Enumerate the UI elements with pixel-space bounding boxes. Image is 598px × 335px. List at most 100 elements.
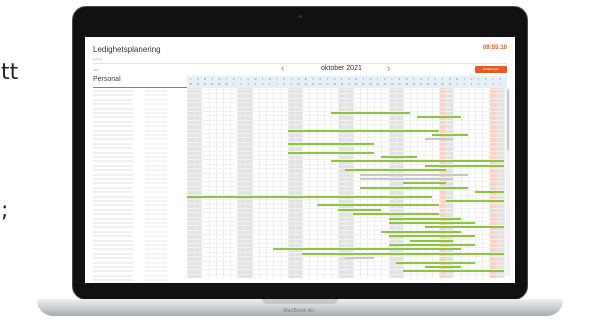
employee-name[interactable]: [93, 244, 133, 246]
absence-bar[interactable]: [331, 112, 411, 114]
employee-name[interactable]: [93, 112, 133, 114]
employee-name[interactable]: [93, 266, 133, 268]
absence-bar[interactable]: [287, 129, 439, 132]
day-number: 3: [247, 83, 249, 86]
pending-absence-bar[interactable]: [359, 173, 468, 176]
absence-bar[interactable]: [388, 235, 475, 238]
settings-button[interactable]: Inställningar: [475, 66, 507, 73]
employee-name[interactable]: [93, 164, 133, 167]
employee-name[interactable]: [93, 279, 133, 282]
employee-name[interactable]: [93, 208, 133, 211]
absence-bar[interactable]: [388, 244, 475, 246]
absence-bar[interactable]: [338, 208, 382, 211]
absence-bar[interactable]: [352, 213, 439, 216]
absence-bar[interactable]: [410, 239, 454, 242]
employee-name[interactable]: [93, 142, 133, 145]
employee-name[interactable]: [93, 116, 133, 119]
weekday-label: T: [477, 78, 480, 81]
employee-name[interactable]: [93, 200, 133, 202]
employee-name[interactable]: [93, 191, 133, 194]
employee-name[interactable]: [93, 178, 133, 180]
employee-name[interactable]: [93, 129, 133, 132]
absence-bar[interactable]: [403, 270, 504, 273]
absence-bar[interactable]: [381, 156, 418, 158]
employee-name[interactable]: [93, 204, 133, 207]
prev-month-button[interactable]: ‹: [281, 63, 284, 74]
employee-name[interactable]: [93, 270, 133, 273]
employee-name[interactable]: [93, 217, 133, 220]
employee-name[interactable]: [93, 274, 133, 277]
employee-name[interactable]: [93, 147, 133, 150]
day-number: 1: [233, 83, 235, 86]
absence-bar[interactable]: [316, 204, 439, 207]
absence-bar[interactable]: [446, 200, 504, 202]
weekend-column: [187, 88, 195, 278]
row-line: [187, 146, 507, 148]
absence-bar[interactable]: [273, 248, 461, 251]
absence-bar[interactable]: [287, 151, 375, 154]
next-month-button[interactable]: ›: [387, 63, 390, 74]
pending-absence-bar[interactable]: [359, 178, 454, 180]
row-line: [187, 155, 507, 156]
absence-bar[interactable]: [388, 217, 461, 220]
employee-name[interactable]: [93, 138, 133, 141]
employee-name[interactable]: [93, 94, 133, 97]
employee-name[interactable]: [93, 252, 133, 255]
weekday-label: S: [448, 78, 451, 81]
employee-name[interactable]: [93, 235, 133, 238]
absence-bar[interactable]: [424, 266, 461, 268]
employee-name[interactable]: [93, 90, 133, 92]
employee-role: [145, 195, 167, 198]
weekday-label: F: [434, 78, 437, 81]
filter-dropdown[interactable]: Alla: [93, 68, 98, 72]
employee-name[interactable]: [93, 120, 133, 123]
absence-bar[interactable]: [431, 134, 468, 136]
absence-bar[interactable]: [331, 160, 504, 163]
absence-bar[interactable]: [424, 226, 504, 229]
employee-name[interactable]: [93, 222, 133, 224]
employee-name[interactable]: [93, 107, 133, 110]
absence-bar[interactable]: [417, 116, 461, 119]
scrollbar-thumb[interactable]: [507, 90, 509, 150]
employee-name[interactable]: [93, 103, 133, 106]
employee-name[interactable]: [93, 173, 133, 176]
weekday-label: M: [455, 78, 458, 81]
grid-line: [259, 88, 260, 278]
absence-bar[interactable]: [381, 230, 461, 233]
absence-bar[interactable]: [403, 182, 447, 185]
employee-name[interactable]: [93, 186, 133, 189]
employee-name[interactable]: [93, 226, 133, 229]
employee-name[interactable]: [93, 213, 133, 216]
weekday-label: O: [218, 78, 221, 81]
absence-bar[interactable]: [187, 195, 432, 198]
absence-bar[interactable]: [395, 261, 475, 264]
employee-name[interactable]: [93, 169, 133, 172]
weekday-label: L: [391, 78, 393, 81]
employee-name[interactable]: [93, 160, 133, 163]
absence-bar[interactable]: [359, 186, 468, 189]
employee-role: [145, 182, 167, 185]
employee-role: [145, 204, 167, 207]
employee-name[interactable]: [93, 239, 133, 242]
absence-bar[interactable]: [345, 169, 447, 172]
employee-name[interactable]: [93, 151, 133, 154]
employee-name[interactable]: [93, 261, 133, 264]
employee-name[interactable]: [93, 156, 133, 158]
employee-name[interactable]: [93, 248, 133, 251]
employee-name[interactable]: [93, 257, 133, 260]
employee-name[interactable]: [93, 230, 133, 233]
absence-bar[interactable]: [287, 142, 375, 145]
employee-name[interactable]: [93, 195, 133, 198]
employee-name[interactable]: [93, 134, 133, 136]
absence-bar[interactable]: [475, 191, 504, 194]
employee-name[interactable]: [93, 182, 133, 185]
pending-absence-bar[interactable]: [345, 257, 375, 260]
absence-bar[interactable]: [424, 164, 504, 167]
employee-name[interactable]: [93, 98, 133, 101]
employee-role: [145, 134, 167, 136]
employee-name[interactable]: [93, 125, 133, 128]
absence-bar[interactable]: [302, 252, 504, 255]
pending-absence-bar[interactable]: [424, 138, 454, 141]
absence-bar[interactable]: [388, 222, 475, 224]
employee-role: [145, 252, 167, 255]
